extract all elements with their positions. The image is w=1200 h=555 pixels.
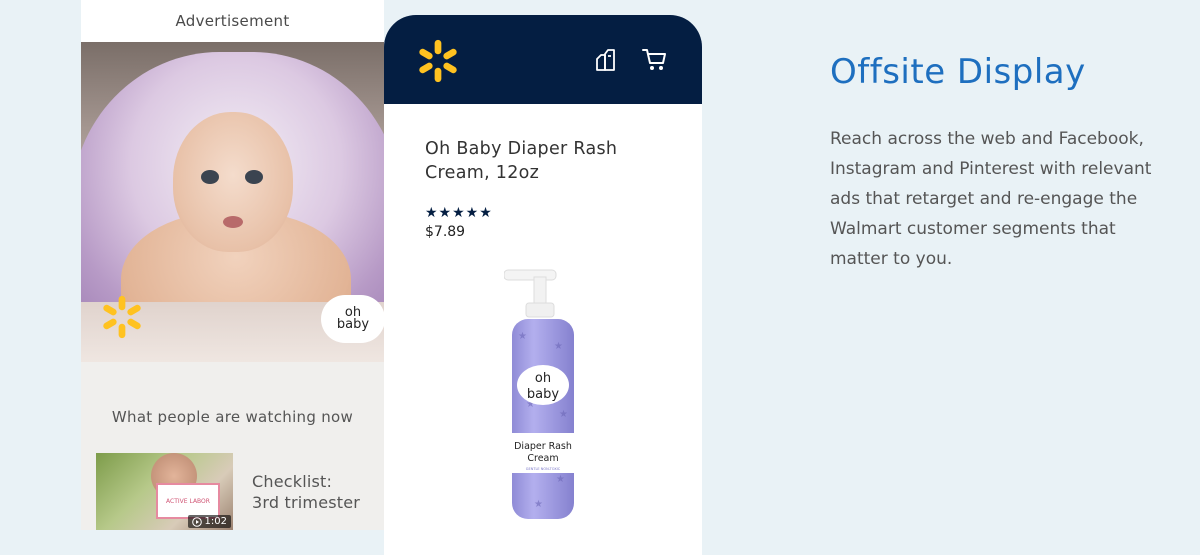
product-phone-mockup: Oh Baby Diaper Rash Cream, 12oz ★★★★★ $7… — [384, 15, 702, 555]
eye-left — [201, 170, 219, 184]
svg-text:★: ★ — [554, 341, 563, 352]
bottle-brand-line1: oh — [535, 371, 551, 386]
product-title[interactable]: Oh Baby Diaper Rash Cream, 12oz — [425, 137, 675, 185]
watching-heading: What people are watching now — [111, 408, 354, 426]
video-thumbnail[interactable]: ACTIVE LABOR 1:02 — [96, 453, 233, 530]
eye-right — [245, 170, 263, 184]
walmart-spark-icon[interactable] — [415, 38, 461, 84]
product-image: ★★ ★★ ★★ ★ oh baby Diaper Rash Cream GEN… — [503, 267, 584, 527]
duration-text: 1:02 — [204, 516, 227, 527]
svg-text:★: ★ — [559, 409, 568, 420]
bottle-brand-line2: baby — [527, 387, 559, 402]
video-duration: 1:02 — [187, 515, 231, 528]
bottle-name-line2: Cream — [527, 453, 558, 464]
svg-text:★: ★ — [556, 474, 565, 485]
mouth — [223, 216, 243, 228]
lotion-bottle: ★★ ★★ ★★ ★ oh baby Diaper Rash Cream GEN… — [503, 269, 574, 519]
walmart-spark-icon — [103, 295, 141, 339]
section-headline: Offsite Display — [830, 52, 1086, 92]
ad-baby-image[interactable]: oh baby — [81, 42, 384, 362]
rating-stars: ★★★★★ — [425, 205, 493, 221]
brand-badge-line2: baby — [336, 317, 370, 332]
oh-baby-logo: oh baby — [324, 298, 382, 340]
bottle-name-line1: Diaper Rash — [514, 441, 572, 452]
walmart-app-header — [384, 15, 702, 104]
svg-text:★: ★ — [534, 499, 543, 510]
advertisement-label: Advertisement — [81, 0, 384, 42]
baby-face — [173, 112, 293, 252]
ad-phone-mockup: Advertisement oh baby What people are wa… — [81, 0, 384, 530]
svg-text:★: ★ — [518, 331, 527, 342]
video-title-line2: 3rd trimester — [252, 493, 361, 512]
compare-icon[interactable] — [594, 48, 618, 72]
video-title[interactable]: Checklist: 3rd trimester — [252, 471, 360, 513]
bottle-sub-label: GENTLE NON-TOXIC — [526, 467, 561, 471]
play-icon — [191, 516, 202, 527]
product-price: $7.89 — [425, 224, 466, 240]
video-title-line1: Checklist: — [252, 472, 333, 491]
video-card: ACTIVE LABOR — [156, 483, 220, 519]
section-description: Reach across the web and Facebook, Insta… — [830, 129, 1152, 269]
cart-icon[interactable] — [642, 48, 668, 72]
